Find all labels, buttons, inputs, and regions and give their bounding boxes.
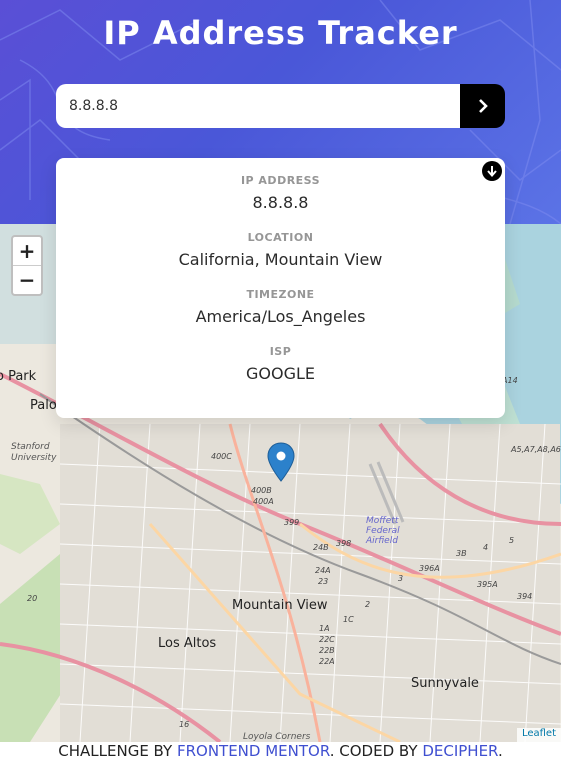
road-label: 400C <box>211 452 232 461</box>
info-label: TIMEZONE <box>246 288 315 301</box>
road-label: 398 <box>336 539 352 548</box>
map-label-moffett: Moffett Federal Airfield <box>366 516 400 546</box>
map-label-park: o Park <box>0 369 37 384</box>
road-label: 20 <box>27 594 38 603</box>
road-label: 24B <box>313 543 329 552</box>
info-value: America/Los_Angeles <box>195 307 366 326</box>
zoom-control: + − <box>11 235 43 296</box>
footer: CHALLENGE BY FRONTEND MENTOR. CODED BY D… <box>0 742 561 760</box>
road-label: 4 <box>483 543 489 552</box>
zoom-out-button[interactable]: − <box>13 266 41 295</box>
leaflet-link[interactable]: Leaflet <box>522 728 556 739</box>
road-label: 400A <box>253 497 274 506</box>
road-label: 400B <box>251 486 272 495</box>
ip-info-card: IP ADDRESS 8.8.8.8 LOCATION California, … <box>56 158 505 418</box>
map-attribution: Leaflet <box>516 728 561 742</box>
road-label: 16 <box>179 720 190 729</box>
map-label-loyola: Loyola Corners <box>243 732 311 742</box>
chevron-right-icon <box>478 99 488 113</box>
map-label-mountain-view: Mountain View <box>232 598 328 613</box>
road-label: 396A <box>419 564 440 573</box>
page-title: IP Address Tracker <box>103 14 458 52</box>
info-label: IP ADDRESS <box>240 174 321 187</box>
road-label: 394 <box>517 592 533 601</box>
info-ip-address: IP ADDRESS 8.8.8.8 <box>56 174 505 212</box>
road-label: 3B <box>456 549 467 558</box>
info-isp: ISP GOOGLE <box>56 345 505 383</box>
map-label-los-altos: Los Altos <box>158 636 217 651</box>
road-label: 22A <box>319 657 335 666</box>
info-label: ISP <box>269 345 292 358</box>
zoom-in-button[interactable]: + <box>13 237 41 266</box>
footer-suffix: . <box>497 742 503 760</box>
road-label: 3 <box>398 574 404 583</box>
challenge-link[interactable]: FRONTEND MENTOR <box>177 742 330 760</box>
road-label: 5 <box>509 536 515 545</box>
footer-middle: . CODED BY <box>329 742 423 760</box>
road-label: A5,A7,A8,A6 <box>511 445 561 454</box>
road-label: 2 <box>365 600 371 609</box>
search-submit-button[interactable] <box>460 84 505 128</box>
road-label: 24A <box>315 566 331 575</box>
road-label: 1C <box>343 615 354 624</box>
map-marker-icon[interactable] <box>267 442 295 482</box>
info-timezone: TIMEZONE America/Los_Angeles <box>56 288 505 326</box>
search-bar <box>56 84 505 128</box>
map-label-sunnyvale: Sunnyvale <box>411 676 479 691</box>
info-location: LOCATION California, Mountain View <box>56 231 505 269</box>
ip-search-input[interactable] <box>56 84 460 128</box>
map-label-stanford: Stanford University <box>11 442 57 463</box>
road-label: 1A <box>319 624 330 633</box>
coder-link[interactable]: DECIPHER <box>422 742 498 760</box>
road-label: 23 <box>318 577 329 586</box>
road-label: 395A <box>477 580 498 589</box>
road-label: 22C <box>319 635 335 644</box>
map-label-palo-alto: Palo <box>30 398 57 413</box>
road-label: 22B <box>319 646 335 655</box>
info-value: 8.8.8.8 <box>252 193 309 212</box>
info-value: California, Mountain View <box>178 250 383 269</box>
footer-prefix: CHALLENGE BY <box>58 742 177 760</box>
road-label: 399 <box>284 518 300 527</box>
info-label: LOCATION <box>247 231 314 244</box>
info-value: GOOGLE <box>245 364 315 383</box>
